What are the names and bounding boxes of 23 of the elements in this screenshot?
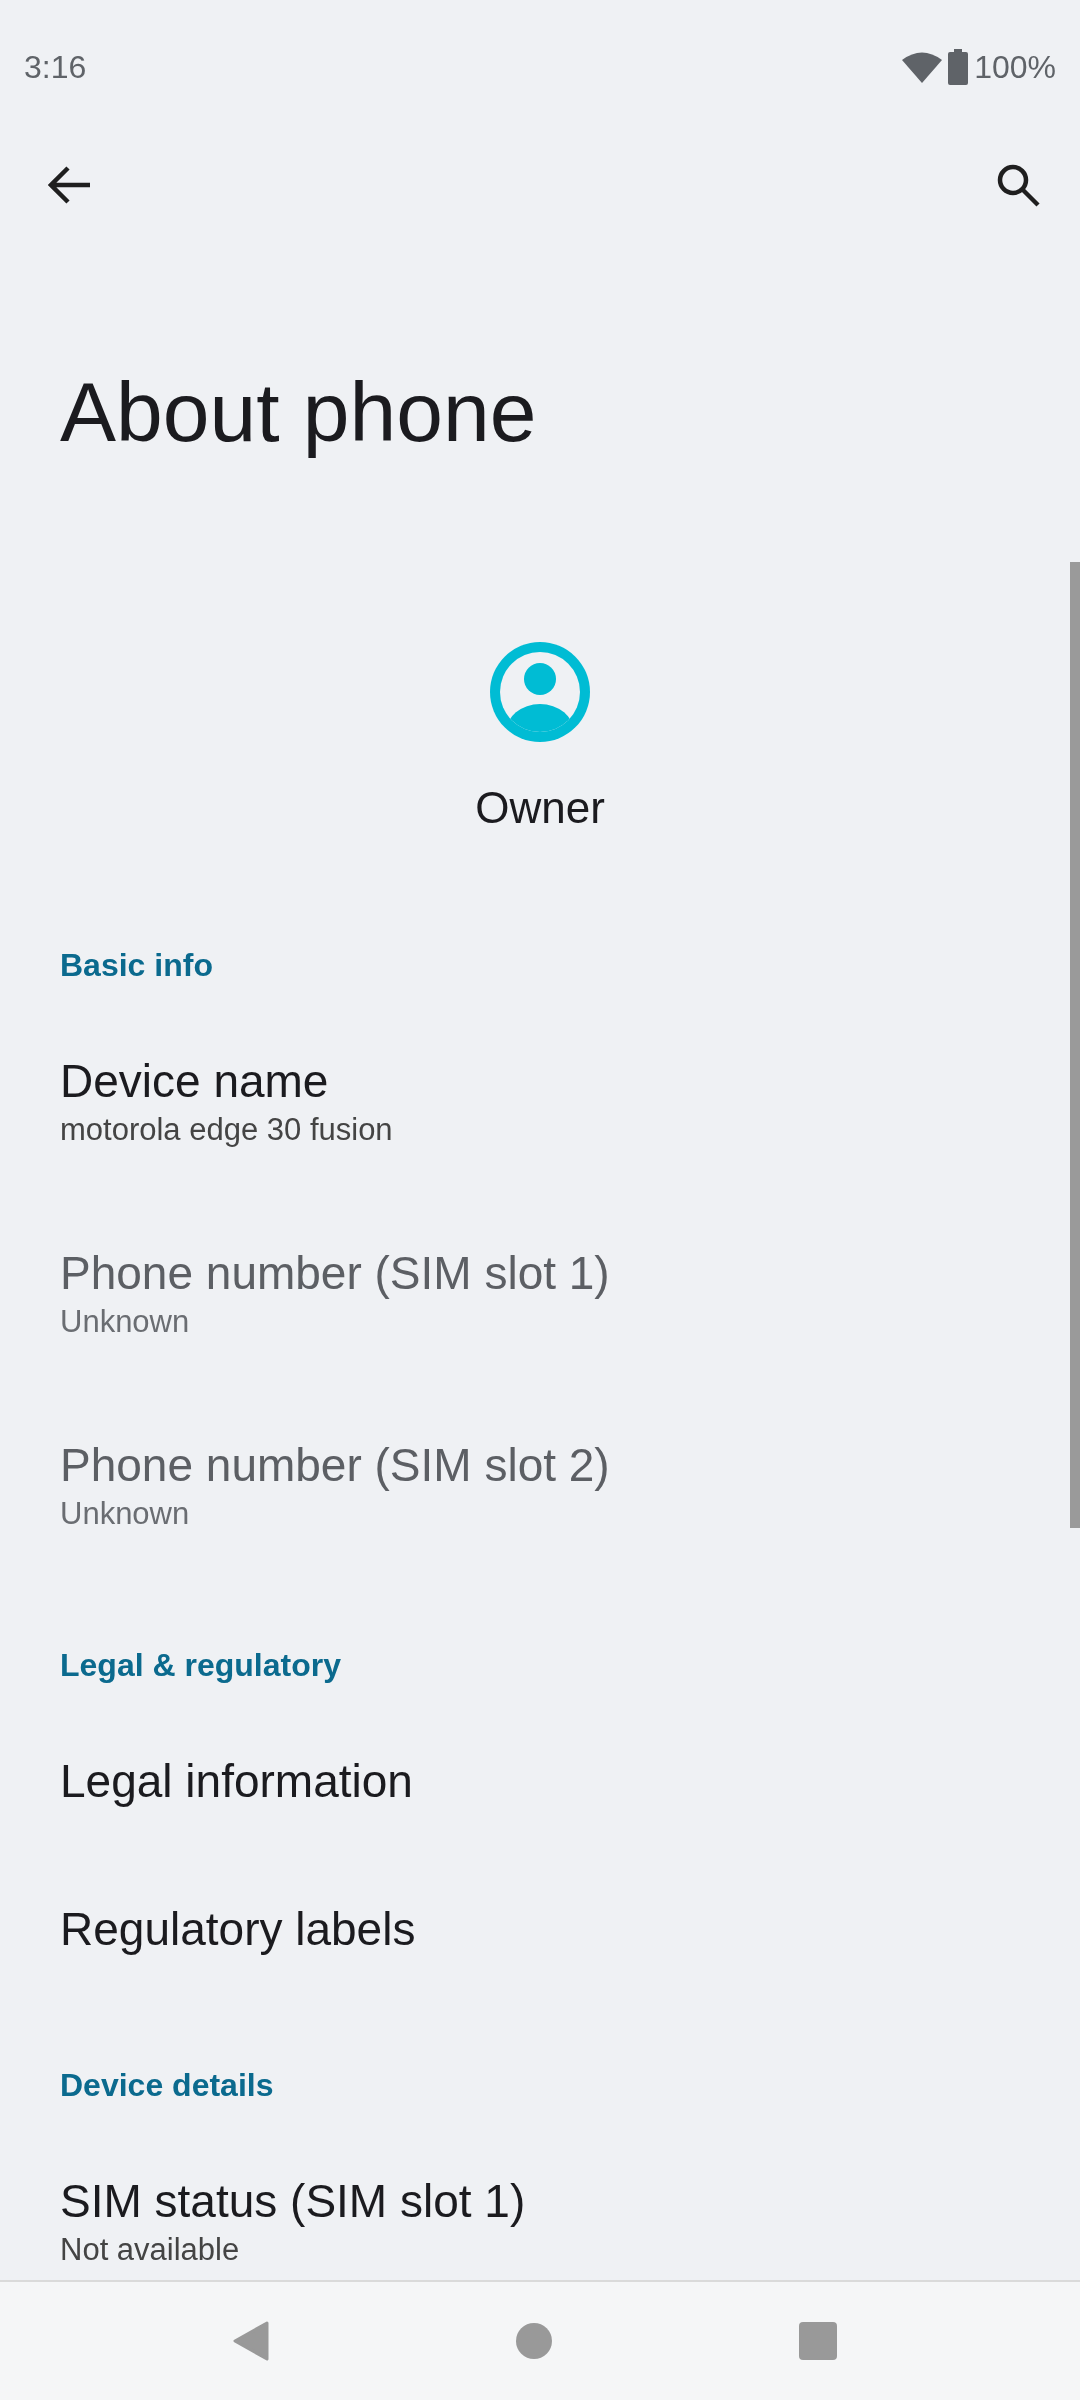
setting-summary: motorola edge 30 fusion (60, 1111, 393, 1149)
owner-name: Owner (475, 782, 605, 834)
setting-title[interactable]: Regulatory labels (60, 1902, 416, 1956)
page-title: About phone (60, 364, 538, 461)
section-header: Device details (59, 2066, 275, 2105)
back-triangle-icon[interactable] (233, 2321, 270, 2361)
avatar-icon[interactable] (490, 642, 590, 742)
section-header: Legal & regulatory (59, 1646, 342, 1685)
recents-square-icon[interactable] (798, 2322, 837, 2360)
setting-summary: Not available (60, 2231, 240, 2269)
wifi-icon (902, 51, 943, 83)
battery-percent: 100% (974, 48, 1056, 86)
setting-title[interactable]: SIM status (SIM slot 1) (60, 2174, 526, 2228)
setting-summary: Unknown (60, 1303, 190, 1341)
back-icon[interactable] (48, 165, 92, 205)
battery-icon (948, 49, 969, 85)
status-time: 3:16 (24, 48, 87, 86)
setting-title[interactable]: Legal information (60, 1754, 413, 1808)
setting-title[interactable]: Device name (60, 1054, 329, 1108)
home-circle-icon[interactable] (516, 2323, 552, 2359)
search-icon[interactable] (996, 163, 1040, 207)
setting-summary: Unknown (60, 1495, 190, 1533)
section-header: Basic info (59, 946, 214, 985)
